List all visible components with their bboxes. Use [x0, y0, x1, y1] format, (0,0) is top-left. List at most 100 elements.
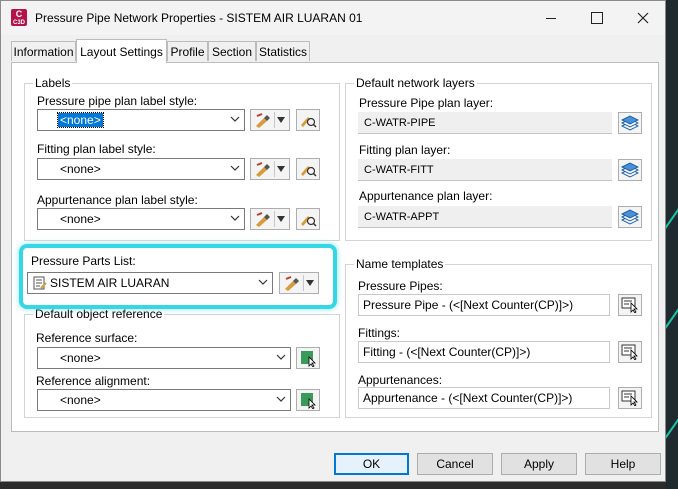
- pick-alignment-button[interactable]: [296, 389, 320, 411]
- default-network-layers-group: Default network layers Pressure Pipe pla…: [345, 76, 652, 241]
- pressure-pipes-template-field[interactable]: Pressure Pipe - (<[Next Counter(CP)]>): [358, 294, 610, 316]
- appurtenance-label-style-label: Appurtenance plan label style:: [37, 193, 198, 207]
- edit-style-icon: [283, 275, 301, 294]
- pick-alignment-icon: [301, 393, 316, 409]
- appurtenances-template-label: Appurtenances:: [358, 373, 443, 387]
- maximize-icon: [591, 12, 603, 24]
- apply-button[interactable]: Apply: [501, 453, 577, 475]
- tab-information[interactable]: Information: [11, 41, 76, 61]
- minimize-icon: [546, 17, 556, 19]
- pressure-parts-list-value: SISTEM AIR LUARAN: [50, 276, 170, 290]
- chevron-down-icon: [230, 114, 240, 124]
- reference-alignment-combo[interactable]: <none>: [37, 389, 291, 411]
- pipe-layer-select-button[interactable]: [618, 112, 642, 134]
- minimize-button[interactable]: [528, 1, 574, 35]
- dropdown-arrow-icon: [276, 215, 286, 223]
- close-icon: [637, 12, 649, 24]
- appurtenance-label-style-value: <none>: [60, 212, 101, 226]
- fitting-plan-layer-label: Fitting plan layer:: [359, 143, 451, 157]
- tab-profile[interactable]: Profile: [167, 41, 208, 61]
- pressure-parts-list-highlight: Pressure Parts List: SISTEM AIR LUARAN: [19, 244, 337, 309]
- fittings-template-field[interactable]: Fitting - (<[Next Counter(CP)]>): [358, 341, 610, 363]
- appurtenance-layer-select-button[interactable]: [618, 206, 642, 228]
- fitting-label-style-label: Fitting plan label style:: [37, 142, 156, 156]
- fitting-label-style-combo[interactable]: <none>: [37, 158, 245, 180]
- split-separator: [274, 161, 275, 177]
- pipe-plan-layer-field: C-WATR-PIPE: [358, 112, 612, 134]
- layers-icon: [621, 209, 639, 225]
- fitting-label-pick-button[interactable]: [296, 158, 320, 180]
- appurtenance-plan-layer-label: Appurtenance plan layer:: [359, 189, 493, 203]
- dropdown-arrow-icon: [276, 165, 286, 173]
- pipe-label-style-combo[interactable]: <none>: [37, 109, 245, 131]
- fitting-label-edit-button[interactable]: [250, 158, 290, 180]
- appurtenance-label-edit-button[interactable]: [250, 208, 290, 230]
- tab-layout-settings[interactable]: Layout Settings: [76, 39, 167, 63]
- cancel-button[interactable]: Cancel: [417, 453, 493, 475]
- window-title: Pressure Pipe Network Properties - SISTE…: [35, 11, 363, 25]
- dropdown-arrow-icon: [305, 279, 315, 287]
- civil3d-app-icon: C C3D: [11, 9, 27, 26]
- properties-dialog: C C3D Pressure Pipe Network Properties -…: [0, 0, 666, 482]
- fitting-plan-layer-field: C-WATR-FITT: [358, 159, 612, 181]
- appurtenances-template-edit-button[interactable]: [618, 387, 642, 409]
- layers-icon: [621, 115, 639, 131]
- fitting-label-style-value: <none>: [60, 162, 101, 176]
- split-separator: [274, 112, 275, 128]
- pipe-label-style-value: <none>: [57, 112, 104, 128]
- tab-section[interactable]: Section: [208, 41, 256, 61]
- pipe-plan-layer-label: Pressure Pipe plan layer:: [359, 96, 494, 110]
- name-template-icon: [621, 297, 638, 313]
- ok-button[interactable]: OK: [334, 453, 409, 475]
- background-canvas: [658, 0, 678, 489]
- appurtenances-template-field[interactable]: Appurtenance - (<[Next Counter(CP)]>): [358, 387, 610, 409]
- name-templates-legend: Name templates: [354, 257, 446, 271]
- fittings-template-edit-button[interactable]: [618, 341, 642, 363]
- reference-surface-combo[interactable]: <none>: [37, 347, 291, 369]
- reference-alignment-label: Reference alignment:: [36, 374, 151, 388]
- pressure-pipes-template-label: Pressure Pipes:: [358, 279, 443, 293]
- labels-group: Labels Pressure pipe plan label style: <…: [24, 76, 340, 241]
- chevron-down-icon: [258, 277, 268, 287]
- name-templates-group: Name templates Pressure Pipes: Pressure …: [345, 257, 652, 418]
- chevron-down-icon: [276, 352, 286, 362]
- title-bar: C C3D Pressure Pipe Network Properties -…: [1, 1, 665, 35]
- layers-icon: [621, 162, 639, 178]
- maximize-button[interactable]: [574, 1, 620, 35]
- pipes-template-edit-button[interactable]: [618, 294, 642, 316]
- help-button[interactable]: Help: [585, 453, 661, 475]
- reference-alignment-value: <none>: [60, 393, 101, 407]
- pick-style-icon: [301, 216, 317, 227]
- tab-statistics[interactable]: Statistics: [256, 41, 310, 61]
- pipe-label-pick-button[interactable]: [296, 109, 320, 131]
- edit-style-icon: [254, 112, 272, 131]
- reference-surface-label: Reference surface:: [36, 331, 138, 345]
- dropdown-arrow-icon: [276, 116, 286, 124]
- chevron-down-icon: [230, 213, 240, 223]
- parts-list-icon: [33, 276, 47, 293]
- close-button[interactable]: [620, 1, 666, 35]
- pipe-label-edit-button[interactable]: [250, 109, 290, 131]
- fittings-template-label: Fittings:: [358, 326, 401, 340]
- pressure-parts-list-label: Pressure Parts List:: [31, 254, 136, 268]
- default-object-reference-legend: Default object reference: [33, 307, 165, 321]
- pick-surface-icon: [301, 351, 316, 367]
- chevron-down-icon: [230, 163, 240, 173]
- appurtenance-plan-layer-field: C-WATR-APPT: [358, 206, 612, 228]
- default-network-layers-legend: Default network layers: [354, 76, 477, 90]
- pick-surface-button[interactable]: [296, 347, 320, 369]
- name-template-icon: [621, 344, 638, 360]
- appurtenance-label-pick-button[interactable]: [296, 208, 320, 230]
- reference-surface-value: <none>: [60, 351, 101, 365]
- edit-style-icon: [254, 161, 272, 180]
- appurtenance-label-style-combo[interactable]: <none>: [37, 208, 245, 230]
- chevron-down-icon: [276, 394, 286, 404]
- fitting-layer-select-button[interactable]: [618, 159, 642, 181]
- parts-list-edit-button[interactable]: [279, 272, 319, 294]
- pick-style-icon: [301, 166, 317, 177]
- pressure-parts-list-combo[interactable]: SISTEM AIR LUARAN: [27, 272, 273, 294]
- default-object-reference-group: Default object reference Reference surfa…: [24, 307, 340, 418]
- edit-style-icon: [254, 211, 272, 230]
- pipe-label-style-label: Pressure pipe plan label style:: [37, 94, 198, 108]
- name-template-icon: [621, 390, 638, 406]
